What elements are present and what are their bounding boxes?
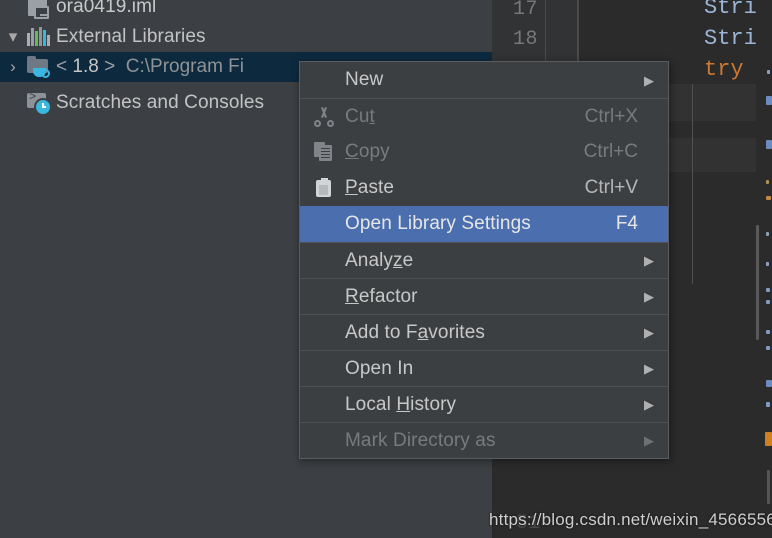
submenu-arrow-icon: ▶	[644, 325, 654, 340]
tree-expander[interactable]: ›	[0, 57, 26, 77]
menu-item-paste[interactable]: Paste Ctrl+V	[300, 170, 668, 206]
menu-item-open-library-settings[interactable]: Open Library Settings F4	[300, 206, 668, 242]
menu-item-copy: Copy Ctrl+C	[300, 134, 668, 170]
watermark-url: https://blog.csdn.net/weixin_45665566	[489, 510, 772, 529]
menu-item-icon-slot	[300, 243, 345, 279]
tree-row-label: ora0419.iml	[56, 0, 157, 17]
menu-item-analyze[interactable]: Analyze ▶	[300, 242, 668, 278]
submenu-arrow-icon: ▶	[644, 433, 654, 448]
menu-item-label: Copy	[345, 141, 390, 162]
menu-item-icon-slot	[300, 206, 345, 242]
menu-item-shortcut: Ctrl+X	[584, 105, 638, 127]
menu-item-label: Open In	[345, 357, 414, 379]
menu-item-local-history[interactable]: Local History ▶	[300, 386, 668, 422]
menu-item-label: Open Library Settings	[345, 213, 531, 234]
submenu-arrow-icon: ▶	[644, 397, 654, 412]
tree-row-iml-file[interactable]: ora0419.iml	[0, 0, 492, 22]
editor-scrollbar-thumb[interactable]	[756, 225, 759, 340]
code-token-line-18: Stri	[704, 26, 757, 51]
jdk-angle-open: <	[56, 56, 68, 77]
tree-row-label: External Libraries	[56, 26, 206, 47]
menu-item-shortcut: Ctrl+C	[583, 141, 638, 162]
menu-item-label: Add to Favorites	[345, 321, 485, 343]
line-number: 18	[512, 28, 538, 51]
tree-row-external-libraries[interactable]: ▾ External Libraries	[0, 22, 492, 52]
menu-item-refactor[interactable]: Refactor ▶	[300, 278, 668, 314]
editor-fold-divider	[577, 0, 578, 62]
menu-item-label: Paste	[345, 177, 395, 198]
editor-indent-guide	[692, 84, 693, 284]
copy-icon	[300, 134, 345, 170]
menu-item-label: Cut	[345, 105, 375, 127]
submenu-arrow-icon: ▶	[644, 361, 654, 376]
jdk-folder-icon	[26, 54, 56, 80]
menu-item-open-in[interactable]: Open In ▶	[300, 350, 668, 386]
menu-item-icon-slot	[300, 279, 345, 315]
menu-item-shortcut: Ctrl+V	[584, 177, 638, 198]
jdk-angle-close: >	[104, 56, 116, 77]
context-menu[interactable]: New ▶ Cut Ctrl+X Copy Ctrl+C Paste Ctrl+V Open L…	[299, 61, 669, 459]
menu-item-icon-slot	[300, 351, 345, 387]
menu-item-label: New	[345, 69, 384, 90]
menu-item-icon-slot	[300, 423, 345, 459]
code-token-line-17: Stri	[704, 0, 757, 20]
menu-item-add-to-favorites[interactable]: Add to Favorites ▶	[300, 314, 668, 350]
ide-screenshot: 17 18 Stri Stri try ora0419.iml ▾ Extern…	[0, 0, 772, 538]
tree-row-label: Scratches and Consoles	[56, 92, 265, 113]
menu-item-icon-slot	[300, 62, 345, 98]
submenu-arrow-icon: ▶	[644, 253, 654, 268]
jdk-path: C:\Program Fi	[125, 56, 245, 77]
menu-item-icon-slot	[300, 315, 345, 351]
paste-icon	[300, 170, 345, 206]
code-token-line-19: try	[704, 57, 744, 82]
editor-folding-gutter[interactable]	[545, 0, 579, 62]
menu-item-shortcut: F4	[615, 213, 638, 234]
menu-item-label: Local History	[345, 393, 457, 415]
scratches-clock-icon	[26, 90, 56, 116]
line-number: 17	[512, 0, 538, 21]
libraries-bars-icon	[26, 24, 56, 50]
submenu-arrow-icon: ▶	[644, 72, 654, 88]
menu-item-label: Mark Directory as	[345, 429, 496, 451]
menu-item-new[interactable]: New ▶	[300, 62, 668, 98]
menu-item-label: Refactor	[345, 285, 418, 307]
menu-item-label: Analyze	[345, 249, 414, 271]
menu-item-mark-directory-as: Mark Directory as ▶	[300, 422, 668, 458]
tree-expander[interactable]: ▾	[0, 27, 26, 47]
jdk-version: 1.8	[72, 56, 99, 77]
menu-item-icon-slot	[300, 387, 345, 423]
file-icon	[26, 0, 56, 20]
submenu-arrow-icon: ▶	[644, 289, 654, 304]
cut-icon	[300, 99, 345, 135]
menu-item-cut: Cut Ctrl+X	[300, 98, 668, 134]
